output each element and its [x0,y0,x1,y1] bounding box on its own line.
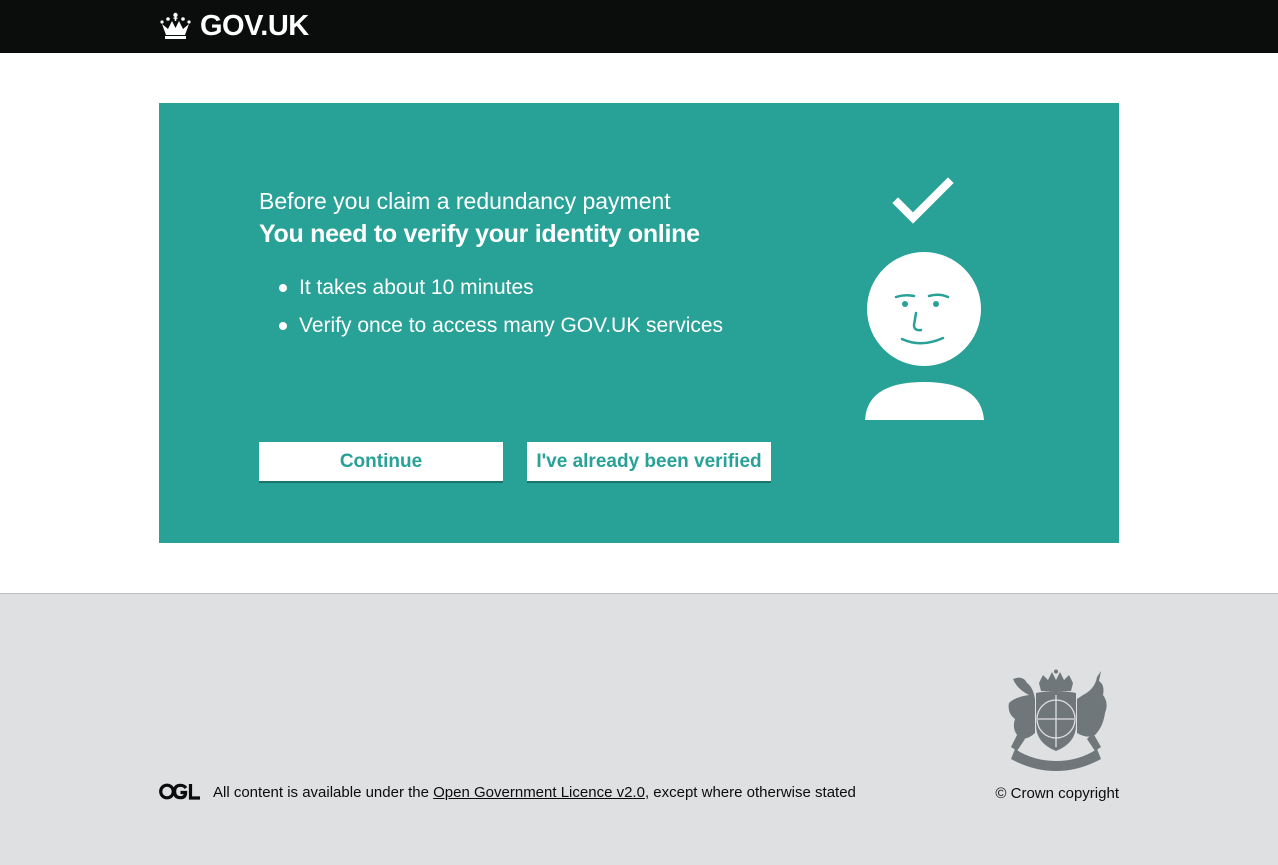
royal-coat-of-arms-icon [1008,669,1107,771]
list-item-text: It takes about 10 minutes [299,276,534,299]
identity-panel: Before you claim a redundancy payment Yo… [159,103,1119,543]
list-item-text: Verify once to access many GOV.UK servic… [299,314,724,337]
licence-prefix: All content is available under the [213,784,434,801]
check-icon [892,177,954,224]
body-icon [865,382,984,420]
benefit-list: It takes about 10 minutes Verify once to… [259,273,723,349]
panel-heading: You need to verify your identity online [259,220,700,248]
ogl-logo-icon [159,783,200,800]
bullet-icon [279,322,287,330]
face-icon [867,252,981,366]
already-verified-button[interactable]: I've already been verified [527,442,771,481]
person-verified-illustration [865,177,984,420]
site-header: GOV.UK [0,0,1278,53]
crown-icon [160,12,191,39]
list-item: Verify once to access many GOV.UK servic… [259,311,723,349]
licence-link[interactable]: Open Government Licence v2.0 [433,784,645,801]
continue-button[interactable]: Continue [259,442,503,481]
crown-copyright: © Crown copyright [995,785,1119,802]
site-footer: All content is available under the Open … [0,593,1278,865]
govuk-home-link[interactable]: GOV.UK [159,10,309,42]
licence-suffix: , except where otherwise stated [644,784,856,801]
list-item: It takes about 10 minutes [259,273,723,311]
licence-text: All content is available under the Open … [213,784,856,802]
govuk-logotype: GOV.UK [200,10,309,42]
panel-lead: Before you claim a redundancy payment [259,188,671,214]
bullet-icon [279,284,287,292]
